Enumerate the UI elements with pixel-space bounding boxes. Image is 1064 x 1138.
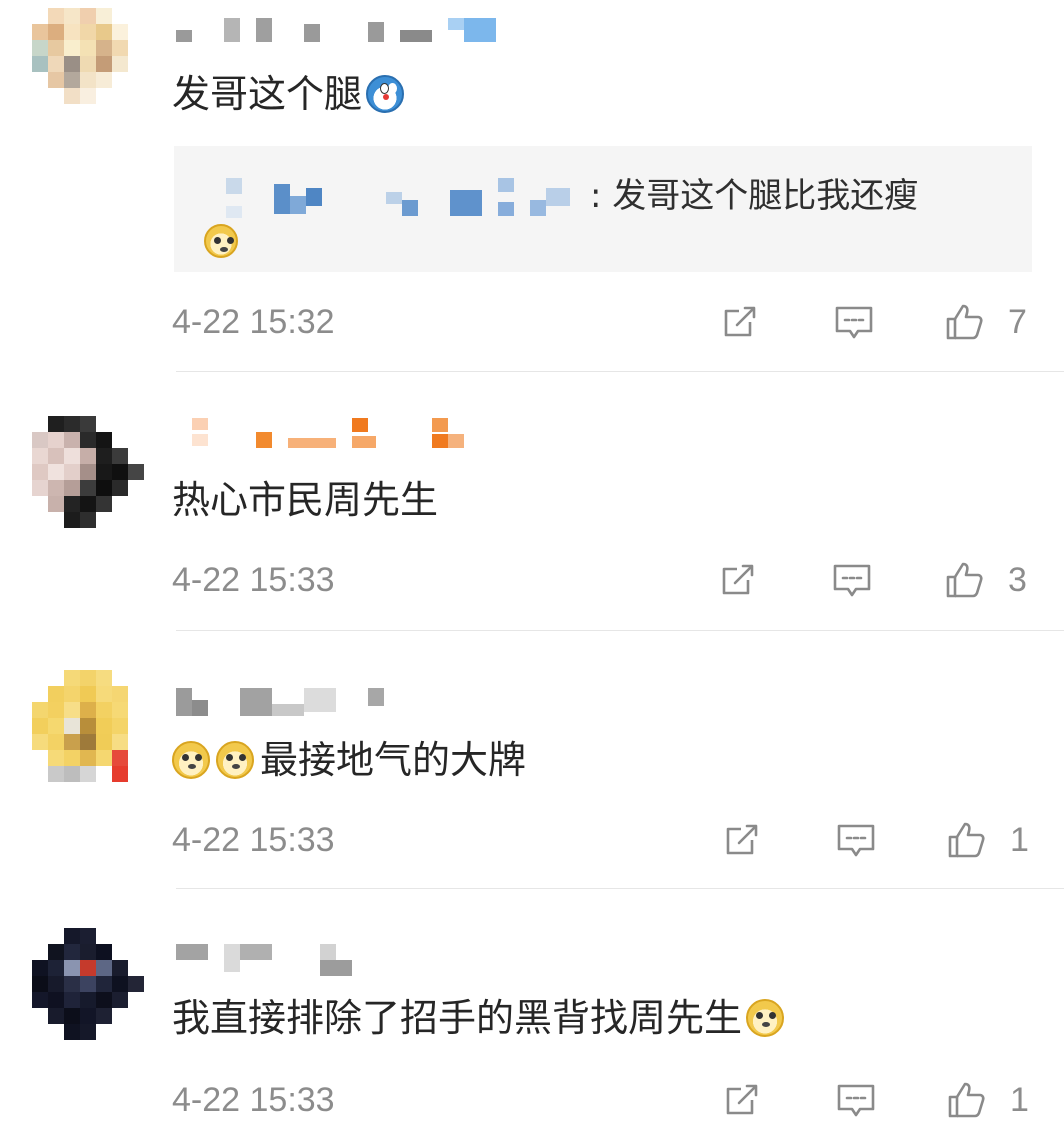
avatar[interactable] [32,670,144,782]
comment-icon [836,1080,876,1120]
repost-button[interactable] [718,300,762,344]
like-icon [946,1080,986,1120]
comment-meta: 4-22 15:32 7 [172,300,1042,344]
avatar[interactable] [32,8,144,120]
repost-icon [718,560,758,600]
doge-emoji [172,741,210,779]
comment-text-content: 我直接排除了招手的黑背找周先生 [172,996,743,1040]
repost-button[interactable] [716,558,760,602]
like-icon [944,302,984,342]
comment-text-content: 最接地气的大牌 [260,738,527,782]
like-button[interactable] [942,300,986,344]
comment-button[interactable] [834,818,878,862]
avatar[interactable] [32,416,144,528]
comment-text: 最接地气的大牌 [172,736,526,784]
comment-meta: 4-22 15:33 1 [172,1078,1042,1122]
comment-meta: 4-22 15:33 1 [172,818,1042,862]
comment-button[interactable] [832,300,876,344]
timestamp: 4-22 15:33 [172,1081,335,1119]
comment-icon [836,820,876,860]
comment-text: 我直接排除了招手的黑背找周先生 [172,994,785,1042]
timestamp: 4-22 15:32 [172,303,335,341]
comment-text: 发哥这个腿 [172,70,405,118]
doge-emoji [216,741,254,779]
comment-icon [832,560,872,600]
comment-icon [834,302,874,342]
like-count: 1 [1010,1081,1029,1119]
like-icon [944,560,984,600]
like-button[interactable] [942,558,986,602]
repost-icon [722,1080,762,1120]
timestamp: 4-22 15:33 [172,561,335,599]
repost-icon [720,302,760,342]
like-count: 1 [1010,821,1029,859]
repost-button[interactable] [720,1078,764,1122]
like-icon [946,820,986,860]
like-button[interactable] [944,1078,988,1122]
comment-meta: 4-22 15:33 3 [172,558,1042,602]
repost-icon [722,820,762,860]
comment-button[interactable] [830,558,874,602]
avatar[interactable] [32,928,144,1040]
reply-username[interactable] [222,178,582,218]
repost-button[interactable] [720,818,764,862]
divider [176,371,1064,372]
username[interactable] [176,18,516,42]
comment-text-content: 发哥这个腿 [172,72,363,116]
username[interactable] [176,688,516,716]
divider [176,888,1064,889]
username[interactable] [176,418,516,448]
comment-text-content: 热心市民周先生 [172,478,439,522]
doge-emoji [204,224,238,258]
username[interactable] [176,944,516,976]
like-count: 7 [1008,303,1027,341]
like-button[interactable] [944,818,988,862]
comment-text: 热心市民周先生 [172,476,438,524]
doraemon-emoji [366,75,405,113]
like-count: 3 [1008,561,1027,599]
reply-text: : 发哥这个腿比我还瘦 [590,176,919,216]
comment-button[interactable] [834,1078,878,1122]
divider [176,630,1064,631]
timestamp: 4-22 15:33 [172,821,335,859]
doge-emoji [746,999,785,1037]
reply-quote[interactable]: : 发哥这个腿比我还瘦 [174,146,1032,272]
